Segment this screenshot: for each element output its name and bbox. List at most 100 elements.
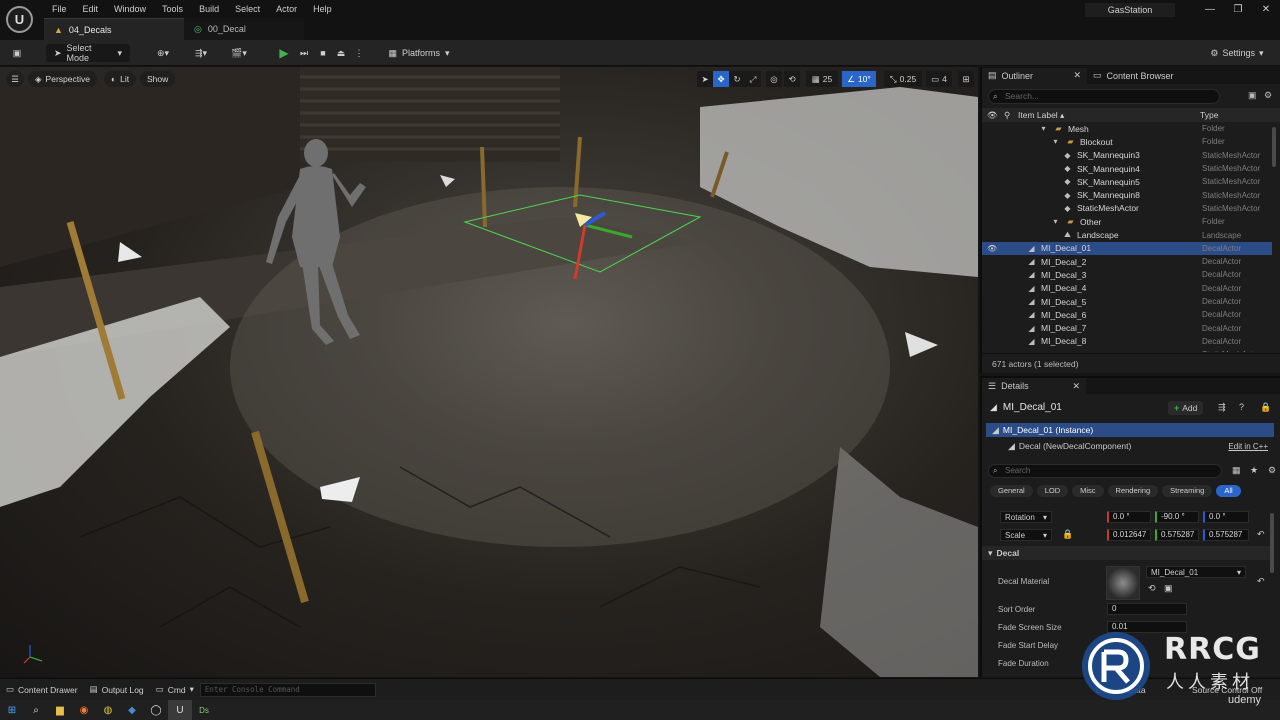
outliner-row[interactable]: ◆ SM_Barell_01 StaticMeshActor bbox=[982, 348, 1272, 352]
details-scrollbar[interactable] bbox=[1270, 513, 1274, 573]
outliner-row[interactable]: ◢ MI_Decal_4 DecalActor bbox=[982, 282, 1272, 295]
outliner-row[interactable]: 👁 ◢ MI_Decal_01 DecalActor bbox=[982, 241, 1272, 255]
category-tab-misc[interactable]: Misc bbox=[1072, 485, 1104, 497]
star-icon[interactable]: ★ bbox=[1250, 465, 1258, 476]
outliner-row[interactable]: ◆ StaticMeshActor StaticMeshActor bbox=[982, 202, 1272, 215]
scale-y-field[interactable]: 0.575287 bbox=[1155, 529, 1199, 541]
grid-snap-button[interactable]: ▦ 25 bbox=[806, 71, 838, 87]
github-icon[interactable]: ◯ bbox=[144, 700, 168, 720]
level-viewport[interactable]: ☰ ◈ Perspective ◐ Lit Show ➤ ✥ ↻ ⤢ ◎ ⟲ ▦… bbox=[0, 67, 978, 677]
tab-level-04-decals[interactable]: ▲ 04_Decals bbox=[44, 18, 184, 40]
maximize-button[interactable]: ❐ bbox=[1224, 3, 1252, 17]
menu-help[interactable]: Help bbox=[305, 2, 340, 16]
rotate-tool-icon[interactable]: ↻ bbox=[729, 71, 745, 87]
sort-order-field[interactable]: 0 bbox=[1107, 603, 1187, 615]
rotation-y-field[interactable]: -90.0 ° bbox=[1155, 511, 1199, 523]
expand-arrow-icon[interactable]: ▾ bbox=[1050, 137, 1061, 146]
rotation-x-field[interactable]: 0.0 ° bbox=[1107, 511, 1151, 523]
search-icon[interactable]: ⌕ bbox=[24, 700, 48, 720]
scale-snap-button[interactable]: ⤡ 0.25 bbox=[884, 71, 922, 87]
rotation-z-field[interactable]: 0.0 ° bbox=[1203, 511, 1249, 523]
outliner-row[interactable]: ◢ MI_Decal_6 DecalActor bbox=[982, 308, 1272, 321]
reset-icon[interactable]: ↶ bbox=[1257, 529, 1265, 540]
table-view-icon[interactable]: ▦ bbox=[1232, 465, 1241, 476]
more-options-icon[interactable]: ⋮ bbox=[352, 44, 366, 62]
maximize-viewport-icon[interactable]: ⊞ bbox=[958, 71, 974, 87]
menu-edit[interactable]: Edit bbox=[75, 2, 107, 16]
reset-icon[interactable]: ↶ bbox=[1257, 576, 1265, 587]
select-tool-icon[interactable]: ➤ bbox=[697, 71, 713, 87]
expand-arrow-icon[interactable]: ▾ bbox=[1050, 217, 1061, 226]
add-actor-icon[interactable]: ⊕▾ bbox=[150, 44, 176, 62]
type-column[interactable]: Type bbox=[1200, 110, 1218, 120]
cmd-dropdown[interactable]: ▭ Cmd ▾ bbox=[150, 679, 200, 701]
file-explorer-icon[interactable]: ▆ bbox=[48, 700, 72, 720]
hamburger-menu-icon[interactable]: ☰ bbox=[6, 71, 24, 87]
chrome-icon[interactable]: ◍ bbox=[96, 700, 120, 720]
category-tab-lod[interactable]: LOD bbox=[1036, 485, 1069, 497]
gear-icon[interactable]: ⚙ bbox=[1268, 465, 1276, 476]
outliner-row[interactable]: ◢ MI_Decal_3 DecalActor bbox=[982, 268, 1272, 281]
pin-column-icon[interactable]: ⚲ bbox=[1004, 110, 1010, 121]
close-window-button[interactable]: ✕ bbox=[1252, 3, 1280, 17]
firefox-icon[interactable]: ◉ bbox=[72, 700, 96, 720]
outliner-row[interactable]: ◆ SK_Mannequin5 StaticMeshActor bbox=[982, 175, 1272, 188]
visibility-column-icon[interactable]: 👁 bbox=[987, 110, 998, 121]
play-button[interactable]: ▶ bbox=[276, 44, 292, 62]
translate-tool-icon[interactable]: ✥ bbox=[713, 71, 729, 87]
component-decal-row[interactable]: ◢ Decal (NewDecalComponent) Edit in C++ bbox=[986, 439, 1274, 453]
outliner-row[interactable]: ▾ ▰ Other Folder bbox=[982, 215, 1272, 228]
outliner-row[interactable]: ◆ SK_Mannequin8 StaticMeshActor bbox=[982, 188, 1272, 201]
minimize-button[interactable]: — bbox=[1196, 3, 1224, 17]
outliner-row[interactable]: ◆ SK_Mannequin4 StaticMeshActor bbox=[982, 162, 1272, 175]
outliner-search-input[interactable]: ⌕ Search... bbox=[988, 89, 1220, 104]
blueprint-icon[interactable]: ⇶▾ bbox=[188, 44, 214, 62]
settings-button[interactable]: ⚙ Settings ▾ bbox=[1206, 44, 1268, 62]
app-icon[interactable]: ◆ bbox=[120, 700, 144, 720]
cinematics-icon[interactable]: 🎬▾ bbox=[226, 44, 252, 62]
eject-button[interactable]: ⏏ bbox=[333, 44, 349, 62]
scale-z-field[interactable]: 0.575287 bbox=[1203, 529, 1249, 541]
outliner-row[interactable]: ⛰ Landscape Landscape bbox=[982, 228, 1272, 241]
derived-data-button[interactable]: Derived Data bbox=[1090, 679, 1152, 701]
item-label-column[interactable]: Item Label ▴ bbox=[1018, 110, 1064, 121]
outliner-row[interactable]: ◢ MI_Decal_7 DecalActor bbox=[982, 321, 1272, 334]
windows-start-icon[interactable]: ⊞ bbox=[0, 700, 24, 720]
platforms-dropdown[interactable]: ▦ Platforms ▾ bbox=[384, 44, 454, 62]
unreal-logo-icon[interactable]: U bbox=[6, 6, 33, 33]
select-mode-dropdown[interactable]: ➤ Select Mode ▾ bbox=[46, 43, 130, 63]
expand-arrow-icon[interactable]: ▾ bbox=[1038, 124, 1049, 133]
unreal-taskbar-icon[interactable]: U bbox=[168, 700, 192, 720]
blueprint-icon[interactable]: ⇶ bbox=[1218, 402, 1226, 413]
scale-tool-icon[interactable]: ⤢ bbox=[745, 71, 761, 87]
category-tab-rendering[interactable]: Rendering bbox=[1107, 485, 1159, 497]
camera-speed-button[interactable]: ▭ 4 bbox=[926, 71, 952, 87]
show-button[interactable]: Show bbox=[140, 71, 176, 87]
material-thumbnail[interactable] bbox=[1106, 566, 1140, 600]
menu-actor[interactable]: Actor bbox=[268, 2, 305, 16]
output-log-button[interactable]: ▤ Output Log bbox=[84, 679, 150, 701]
close-icon[interactable]: ✕ bbox=[1073, 70, 1081, 81]
help-icon[interactable]: ? bbox=[1239, 402, 1244, 412]
outliner-scrollbar[interactable] bbox=[1272, 127, 1276, 167]
close-icon[interactable]: ✕ bbox=[1072, 381, 1080, 392]
source-control-button[interactable]: Source Control Off bbox=[1186, 679, 1268, 701]
stop-button[interactable]: ■ bbox=[315, 44, 331, 62]
menu-build[interactable]: Build bbox=[191, 2, 227, 16]
category-tab-streaming[interactable]: Streaming bbox=[1162, 485, 1213, 497]
menu-tools[interactable]: Tools bbox=[154, 2, 191, 16]
category-tab-general[interactable]: General bbox=[990, 485, 1033, 497]
perspective-button[interactable]: ◈ Perspective bbox=[28, 71, 97, 87]
tab-outliner[interactable]: ▤ Outliner ✕ bbox=[982, 67, 1087, 84]
decal-section-header[interactable]: ▾ Decal bbox=[982, 546, 1272, 560]
surface-snap-icon[interactable]: ⟲ bbox=[784, 71, 800, 87]
step-button[interactable]: ⏭ bbox=[296, 44, 312, 62]
scale-x-field[interactable]: 0.012647 bbox=[1107, 529, 1151, 541]
category-tab-all[interactable]: All bbox=[1216, 485, 1241, 497]
menu-window[interactable]: Window bbox=[106, 2, 154, 16]
details-search-input[interactable]: ⌕ Search bbox=[988, 464, 1222, 478]
add-component-button[interactable]: + Add bbox=[1168, 401, 1204, 415]
lock-icon[interactable]: 🔒 bbox=[1260, 402, 1271, 413]
lock-icon[interactable]: 🔒 bbox=[1062, 529, 1073, 540]
outliner-row[interactable]: ◢ MI_Decal_8 DecalActor bbox=[982, 335, 1272, 348]
